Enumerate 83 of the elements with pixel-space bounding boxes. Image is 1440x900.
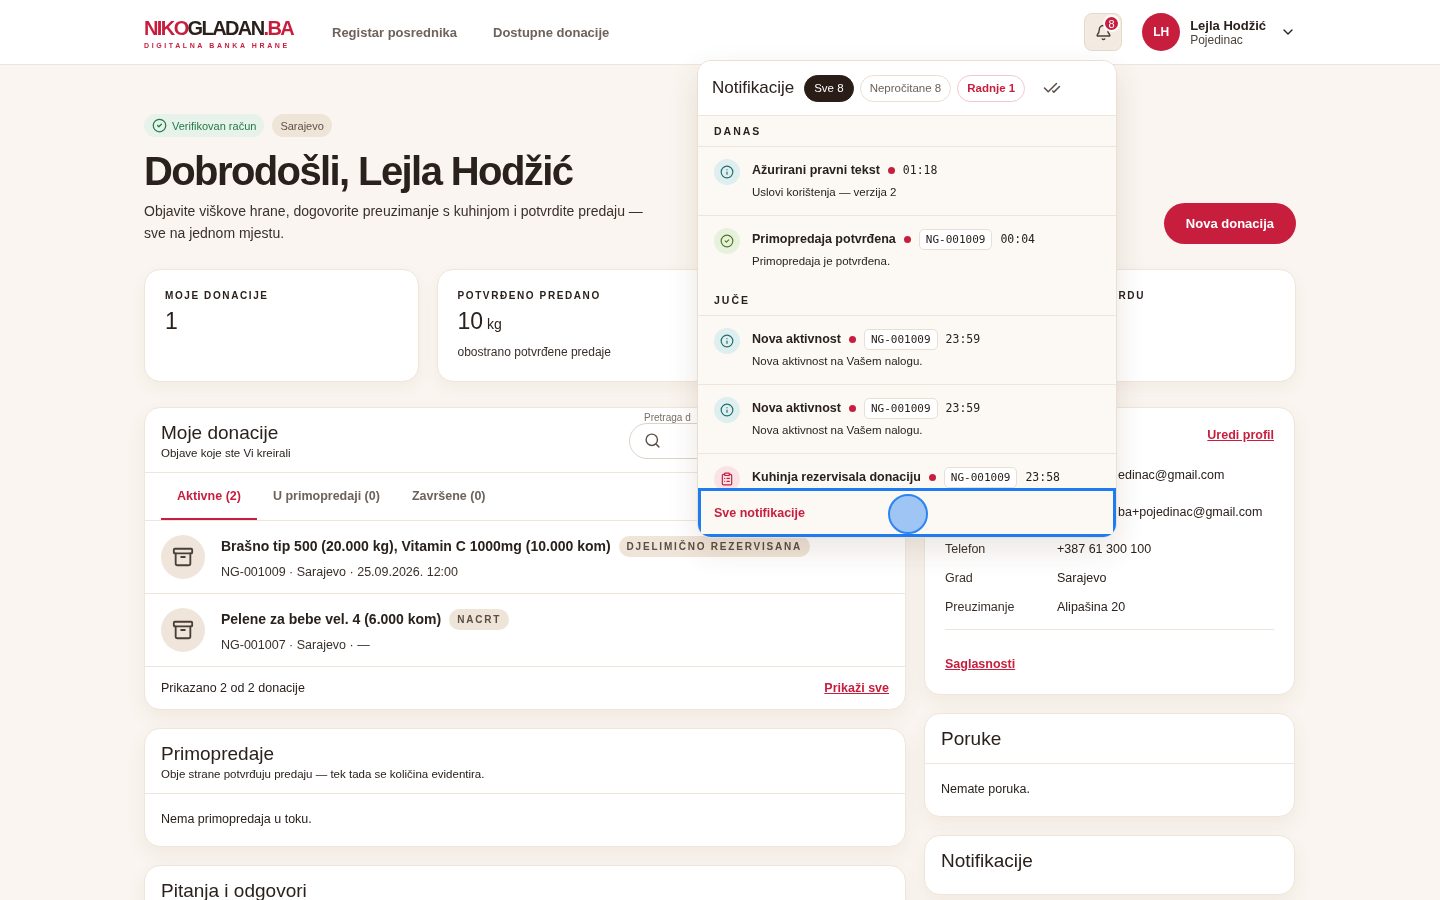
edit-profile-link[interactable]: Uredi profil [1207, 428, 1274, 442]
archive-icon [161, 535, 205, 579]
donation-title[interactable]: Brašno tip 500 (20.000 kg), Vitamin C 1000mg (10.000 kom) [221, 538, 611, 554]
search-icon [644, 432, 661, 449]
check-circle-icon [714, 228, 740, 254]
panel-title: Notifikacije [712, 78, 795, 98]
tab[interactable]: U primopredaji (0) [256, 473, 396, 520]
tab[interactable]: Aktivne (2) [161, 473, 257, 520]
status-badge: DJELIMIČNO REZERVISANA [618, 535, 811, 557]
city-badge: Sarajevo [272, 114, 332, 137]
field-label: Grad [945, 571, 974, 586]
info-icon [714, 328, 740, 354]
card-title: Primopredaje [161, 743, 275, 765]
notification-title[interactable]: Ažurirani pravni tekst [752, 163, 880, 177]
notification-text: Primopredaja je potvrđena. [752, 255, 892, 267]
donation-meta: NG-001009 · Sarajevo · 25.09.2026. 12:00 [221, 564, 459, 579]
notification-time: 00:04 [1000, 232, 1036, 246]
stat-label: MOJE DONACIJE [165, 290, 270, 301]
reference-chip: NG-001009 [943, 466, 1018, 488]
notification-time: 23:59 [945, 332, 981, 346]
empty-message: Nema primopredaja u toku. [160, 811, 313, 828]
reference-chip: NG-001009 [918, 228, 993, 250]
notification-count: 8 [1103, 15, 1121, 32]
stat-value: 10 kg [457, 308, 503, 335]
field-value: edinac@gmail.com [1117, 468, 1226, 483]
reference-chip: NG-001009 [863, 328, 938, 350]
group-label: DANAS [698, 116, 1116, 147]
tab[interactable]: Završene (0) [395, 473, 502, 520]
field-value: +387 61 300 100 [1057, 542, 1153, 557]
check-circle-icon [152, 118, 167, 133]
notification-title[interactable]: Kuhinja rezervisala donaciju [752, 470, 921, 484]
nav-link[interactable]: Registar posrednika [332, 24, 457, 40]
page-title: Dobrodošli, Lejla Hodžić [144, 149, 574, 194]
notification-time: 01:18 [902, 163, 938, 177]
verified-badge: Verifikovan račun [144, 114, 265, 137]
user-name: Lejla Hodžić [1190, 17, 1266, 33]
filter-pill[interactable]: Radnje 1 [957, 74, 1026, 102]
card-subtitle: Obje strane potvrđuju predaju — tek tada se količina evidentira. [161, 768, 485, 780]
avatar[interactable]: LH [1142, 13, 1181, 51]
filter-pill[interactable]: Nepročitane 8 [859, 74, 952, 102]
field-label: Preuzimanje [945, 600, 1016, 615]
notification-text: Nova aktivnost na Vašem nalogu. [752, 424, 924, 436]
notification-time: 23:58 [1025, 470, 1061, 484]
all-notifications-link[interactable]: Sve notifikacije [714, 506, 805, 520]
stat-label: RDU [1117, 290, 1146, 301]
user-role: Pojedinac [1190, 32, 1244, 47]
notification-time: 23:59 [945, 401, 981, 415]
notification-title[interactable]: Nova aktivnost [752, 332, 841, 346]
new-donation-button[interactable]: Nova donacija [1163, 203, 1296, 244]
group-label: JUČE [698, 285, 1116, 316]
nav-link[interactable]: Dostupne donacije [493, 24, 610, 40]
card-title: Notifikacije [941, 850, 1034, 872]
notification-title[interactable]: Primopredaja potvrđena [752, 232, 896, 246]
filter-pill[interactable]: Sve 8 [804, 74, 854, 102]
info-icon [714, 159, 740, 185]
notification-text: Nova aktivnost na Vašem nalogu. [752, 355, 924, 367]
stat-value: 1 [165, 308, 179, 335]
stat-label: POTVRĐENO PREDANO [457, 290, 602, 301]
status-badge: NACRT [449, 608, 510, 630]
field-value: Sarajevo [1057, 571, 1108, 586]
reference-chip: NG-001009 [863, 397, 938, 419]
donation-title[interactable]: Pelene za bebe vel. 4 (6.000 kom) [221, 611, 442, 627]
card-subtitle: Objave koje ste Vi kreirali [161, 447, 291, 459]
page-description: Objavite viškove hrane, dogovorite preuzimanje s kuhinjom i potvrdite predaju — sve na jednom mjestu. [144, 202, 644, 243]
logo-wordmark: NIKOGLADAN.BA [144, 15, 294, 40]
results-count: Prikazano 2 od 2 donacije [161, 681, 305, 695]
touch-indicator [888, 494, 928, 534]
field-value: Alipašina 20 [1057, 600, 1127, 615]
show-all-link[interactable]: Prikaži sve [824, 681, 889, 695]
notification-text: Uslovi korištenja — verzija 2 [752, 186, 898, 198]
notifications-button[interactable]: 8 [1084, 13, 1123, 51]
empty-message: Nemate poruka. [940, 781, 1031, 798]
stat-note: obostrano potvrđene predaje [457, 345, 612, 359]
donation-meta: NG-001007 · Sarajevo · — [221, 637, 371, 652]
card-title: Poruke [941, 728, 1002, 750]
card-title: Moje donacije [161, 422, 280, 444]
consents-link[interactable]: Saglasnosti [945, 657, 1016, 671]
field-value: ba+pojedinac@gmail.com [1117, 505, 1264, 520]
info-icon [714, 397, 740, 423]
field-label: Telefon [945, 542, 987, 557]
notification-title[interactable]: Nova aktivnost [752, 401, 841, 415]
clipboard-icon [714, 466, 740, 488]
archive-icon [161, 608, 205, 652]
